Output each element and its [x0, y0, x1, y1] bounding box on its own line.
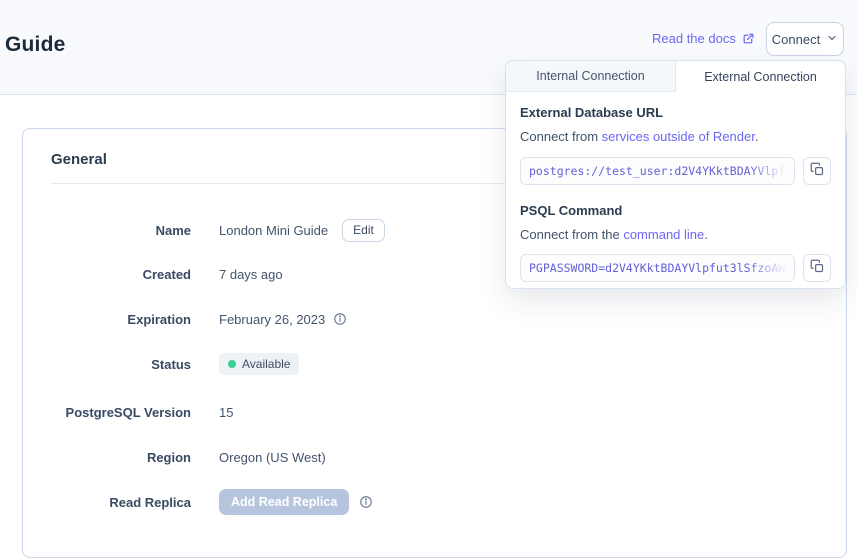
- row-status: Status Available: [23, 349, 846, 379]
- connect-button[interactable]: Connect: [766, 22, 844, 56]
- region-value: Oregon (US West): [219, 450, 326, 465]
- info-icon[interactable]: [333, 312, 347, 326]
- desc-text: .: [755, 129, 759, 144]
- connect-popover-body: External Database URL Connect from servi…: [506, 92, 845, 295]
- region-label: Region: [23, 450, 191, 465]
- status-label: Status: [23, 357, 191, 372]
- connect-button-label: Connect: [772, 32, 820, 47]
- psql-command-heading: PSQL Command: [520, 203, 831, 218]
- external-db-url-heading: External Database URL: [520, 105, 831, 120]
- general-card-title: General: [51, 151, 107, 168]
- copy-icon: [810, 162, 825, 180]
- version-label: PostgreSQL Version: [23, 405, 191, 420]
- edit-name-button[interactable]: Edit: [342, 219, 385, 242]
- external-db-url-desc: Connect from services outside of Render.: [520, 129, 831, 144]
- row-read-replica: Read Replica Add Read Replica: [23, 487, 846, 517]
- expiration-label: Expiration: [23, 312, 191, 327]
- page-title: Guide: [5, 33, 66, 57]
- psql-command-text: PGPASSWORD=d2V4YKktBDAYVlpfut3lSfzoAWhwb…: [529, 261, 795, 275]
- tab-external-connection[interactable]: External Connection: [676, 61, 845, 92]
- desc-text: Connect from the: [520, 227, 623, 242]
- chevron-down-icon: [826, 32, 838, 47]
- expiration-value: February 26, 2023: [219, 312, 325, 327]
- psql-command-value[interactable]: PGPASSWORD=d2V4YKktBDAYVlpfut3lSfzoAWhwb…: [520, 254, 795, 282]
- name-value: London Mini Guide: [219, 223, 328, 238]
- external-link-icon: [742, 32, 755, 45]
- read-docs-link[interactable]: Read the docs: [652, 31, 755, 46]
- row-postgresql-version: PostgreSQL Version 15: [23, 397, 846, 427]
- external-db-url-text: postgres://test_user:d2V4YKktBDAYVlpfut3…: [529, 164, 795, 178]
- status-dot-icon: [228, 360, 236, 368]
- row-expiration: Expiration February 26, 2023: [23, 304, 846, 334]
- services-outside-render-link[interactable]: services outside of Render: [602, 129, 755, 144]
- tab-internal-connection[interactable]: Internal Connection: [506, 61, 676, 92]
- psql-command-desc: Connect from the command line.: [520, 227, 831, 242]
- desc-text: .: [704, 227, 708, 242]
- status-badge-label: Available: [242, 357, 290, 371]
- read-replica-label: Read Replica: [23, 495, 191, 510]
- copy-db-url-button[interactable]: [803, 157, 831, 185]
- created-value: 7 days ago: [219, 267, 283, 282]
- status-badge: Available: [219, 353, 299, 375]
- external-db-url-value[interactable]: postgres://test_user:d2V4YKktBDAYVlpfut3…: [520, 157, 795, 185]
- info-icon[interactable]: [359, 495, 373, 509]
- desc-text: Connect from: [520, 129, 602, 144]
- connection-tabs: Internal Connection External Connection: [506, 61, 845, 92]
- command-line-link[interactable]: command line: [623, 227, 704, 242]
- copy-psql-command-button[interactable]: [803, 254, 831, 282]
- row-region: Region Oregon (US West): [23, 442, 846, 472]
- created-label: Created: [23, 267, 191, 282]
- version-value: 15: [219, 405, 233, 420]
- read-docs-link-label: Read the docs: [652, 31, 736, 46]
- copy-icon: [810, 259, 825, 277]
- name-label: Name: [23, 223, 191, 238]
- add-read-replica-button[interactable]: Add Read Replica: [219, 489, 349, 515]
- connect-popover: Internal Connection External Connection …: [505, 60, 846, 289]
